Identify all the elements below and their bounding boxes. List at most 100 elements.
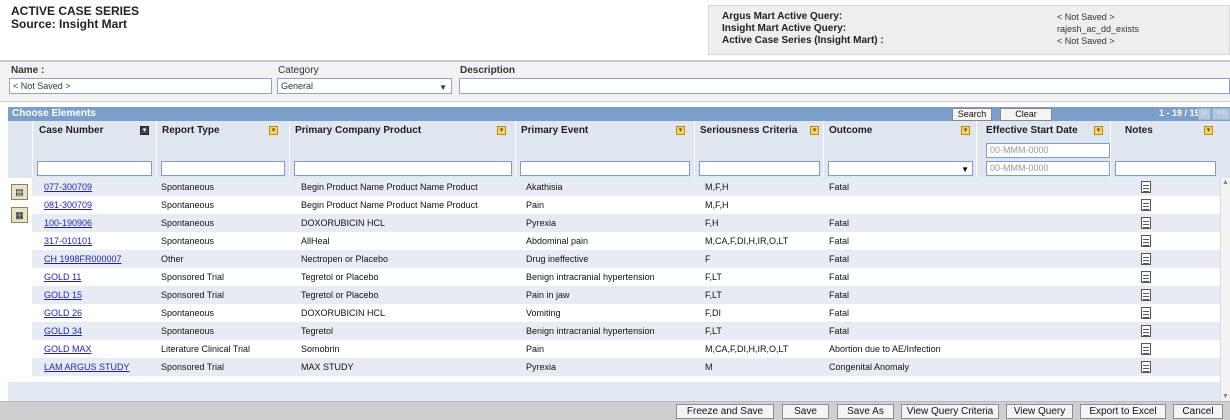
case-number-link[interactable]: GOLD 34 xyxy=(44,326,82,336)
sort-icon[interactable]: ▾ xyxy=(676,126,685,135)
case-number-link[interactable]: GOLD MAX xyxy=(44,344,92,354)
name-input[interactable]: < Not Saved > xyxy=(9,78,272,94)
notes-icon[interactable] xyxy=(1141,361,1151,373)
sort-icon[interactable]: ▾ xyxy=(497,126,506,135)
product-filter[interactable] xyxy=(294,161,512,176)
search-button[interactable]: Search xyxy=(952,108,992,121)
table-row[interactable]: CH 1998FR000007 Other Nectropen or Placebo… xyxy=(32,250,1220,268)
case-number-link[interactable]: 317-010101 xyxy=(44,236,92,246)
notes-icon[interactable] xyxy=(1141,217,1151,229)
view-case-icon[interactable]: ▦ xyxy=(11,207,28,223)
event-cell: Pain xyxy=(526,344,545,354)
notes-icon[interactable] xyxy=(1141,253,1151,265)
first-page-icon[interactable]: |< xyxy=(1198,108,1211,120)
seriousness-cell: M,F,H xyxy=(705,182,729,192)
table-row[interactable]: GOLD MAX Literature Clinical Trial Somobri… xyxy=(32,340,1220,358)
category-select[interactable]: General ▼ xyxy=(277,78,452,94)
view-query-criteria-button[interactable]: View Query Criteria xyxy=(901,404,999,419)
case-number-link[interactable]: LAM ARGUS STUDY xyxy=(44,362,130,372)
outcome-cell: Fatal xyxy=(829,290,850,300)
save-as-button[interactable]: Save As xyxy=(837,404,894,419)
save-button[interactable]: Save xyxy=(782,404,829,419)
table-row[interactable]: GOLD 15 Sponsored Trial Tegretol or Placeb… xyxy=(32,286,1220,304)
seriousness-cell: F,LT xyxy=(705,326,722,336)
col-outcome-label: Outcome xyxy=(829,125,873,136)
col-product[interactable]: Primary Company Product ▾ xyxy=(289,121,515,177)
outcome-cell: Fatal xyxy=(829,218,850,228)
sort-icon[interactable]: ▾ xyxy=(1094,126,1103,135)
clear-button[interactable]: Clear xyxy=(1000,108,1052,121)
col-report-type[interactable]: Report Type ▾ xyxy=(156,121,289,177)
freeze-and-save-button[interactable]: Freeze and Save xyxy=(676,404,774,419)
event-filter[interactable] xyxy=(520,161,690,176)
report-type-cell: Sponsored Trial xyxy=(161,290,225,300)
notes-filter[interactable] xyxy=(1115,161,1216,176)
start-date-to[interactable]: 00-MMM-0000 xyxy=(986,161,1110,176)
sort-icon[interactable]: ▾ xyxy=(269,126,278,135)
insight-query-label: Insight Mart Active Query: xyxy=(722,23,847,34)
start-date-from[interactable]: 00-MMM-0000 xyxy=(986,143,1110,158)
col-case-number[interactable]: Case Number ▾ xyxy=(32,121,156,177)
report-type-cell: Sponsored Trial xyxy=(161,362,225,372)
notes-icon[interactable] xyxy=(1141,235,1151,247)
notes-icon[interactable] xyxy=(1141,325,1151,337)
case-number-link[interactable]: 100-190906 xyxy=(44,218,92,228)
case-number-link[interactable]: GOLD 26 xyxy=(44,308,82,318)
col-seriousness[interactable]: Seriousness Criteria ▾ xyxy=(694,121,823,177)
seriousness-cell: M,F,H xyxy=(705,200,729,210)
page-title: ACTIVE CASE SERIES Source: Insight Mart xyxy=(11,5,139,31)
cancel-button[interactable]: Cancel xyxy=(1173,404,1223,419)
case-series-label: Active Case Series (Insight Mart) : xyxy=(722,35,884,46)
table-row[interactable]: 100-190906 Spontaneous DOXORUBICIN HCL Pyre… xyxy=(32,214,1220,232)
report-type-cell: Spontaneous xyxy=(161,308,215,318)
sort-icon[interactable]: ▾ xyxy=(1204,126,1213,135)
outcome-filter[interactable]: ▼ xyxy=(828,161,973,176)
product-cell: DOXORUBICIN HCL xyxy=(301,308,386,318)
col-event[interactable]: Primary Event ▾ xyxy=(515,121,694,177)
scroll-down-icon[interactable]: ▼ xyxy=(1222,393,1229,400)
category-value: General xyxy=(281,81,314,91)
notes-icon[interactable] xyxy=(1141,289,1151,301)
event-cell: Drug ineffective xyxy=(526,254,589,264)
case-number-link[interactable]: GOLD 15 xyxy=(44,290,82,300)
col-notes[interactable]: Notes ▾ xyxy=(1110,121,1220,177)
case-number-filter[interactable] xyxy=(37,161,152,176)
notes-icon[interactable] xyxy=(1141,199,1151,211)
notes-icon[interactable] xyxy=(1141,343,1151,355)
description-label: Description xyxy=(460,65,516,76)
col-start-date[interactable]: Effective Start Date ▾ 00-MMM-0000 00-MM… xyxy=(976,121,1110,177)
table-row[interactable]: 081-300709 Spontaneous Begin Product Name … xyxy=(32,196,1220,214)
description-input[interactable] xyxy=(459,78,1230,94)
sort-icon[interactable]: ▾ xyxy=(810,126,819,135)
sort-icon[interactable]: ▾ xyxy=(961,126,970,135)
notes-icon[interactable] xyxy=(1141,307,1151,319)
seriousness-filter[interactable] xyxy=(699,161,820,176)
table-row[interactable]: LAM ARGUS STUDY Sponsored Trial MAX STUDY P… xyxy=(32,358,1220,376)
col-outcome[interactable]: Outcome ▾ ▼ xyxy=(823,121,976,177)
outcome-cell: Fatal xyxy=(829,308,850,318)
table-row[interactable]: GOLD 34 Spontaneous Tegretol Benign intracr… xyxy=(32,322,1220,340)
sort-icon[interactable]: ▾ xyxy=(140,126,149,135)
report-type-cell: Spontaneous xyxy=(161,182,215,192)
prev-page-icon[interactable]: << xyxy=(1212,108,1230,120)
add-case-icon[interactable]: ▤ xyxy=(11,184,28,200)
table-row[interactable]: 317-010101 Spontaneous AllHeal Abdominal pa… xyxy=(32,232,1220,250)
product-cell: Tegretol xyxy=(301,326,334,336)
vertical-scrollbar[interactable]: ▲ ▼ xyxy=(1220,178,1230,401)
view-query-button[interactable]: View Query xyxy=(1006,404,1073,419)
table-row[interactable]: 077-300709 Spontaneous Begin Product Name … xyxy=(32,178,1220,196)
export-to-excel-button[interactable]: Export to Excel xyxy=(1080,404,1166,419)
notes-icon[interactable] xyxy=(1141,181,1151,193)
table-row[interactable]: GOLD 11 Sponsored Trial Tegretol or Placeb… xyxy=(32,268,1220,286)
scroll-up-icon[interactable]: ▲ xyxy=(1222,179,1229,186)
case-number-link[interactable]: 081-300709 xyxy=(44,200,92,210)
case-number-link[interactable]: CH 1998FR000007 xyxy=(44,254,122,264)
report-type-cell: Spontaneous xyxy=(161,326,215,336)
col-product-label: Primary Company Product xyxy=(295,125,422,136)
case-number-link[interactable]: 077-300709 xyxy=(44,182,92,192)
table-row[interactable]: GOLD 26 Spontaneous DOXORUBICIN HCL Vomitin… xyxy=(32,304,1220,322)
notes-icon[interactable] xyxy=(1141,271,1151,283)
report-type-filter[interactable] xyxy=(161,161,285,176)
case-number-link[interactable]: GOLD 11 xyxy=(44,272,81,282)
seriousness-cell: M,CA,F,DI,H,IR,O,LT xyxy=(705,236,789,246)
